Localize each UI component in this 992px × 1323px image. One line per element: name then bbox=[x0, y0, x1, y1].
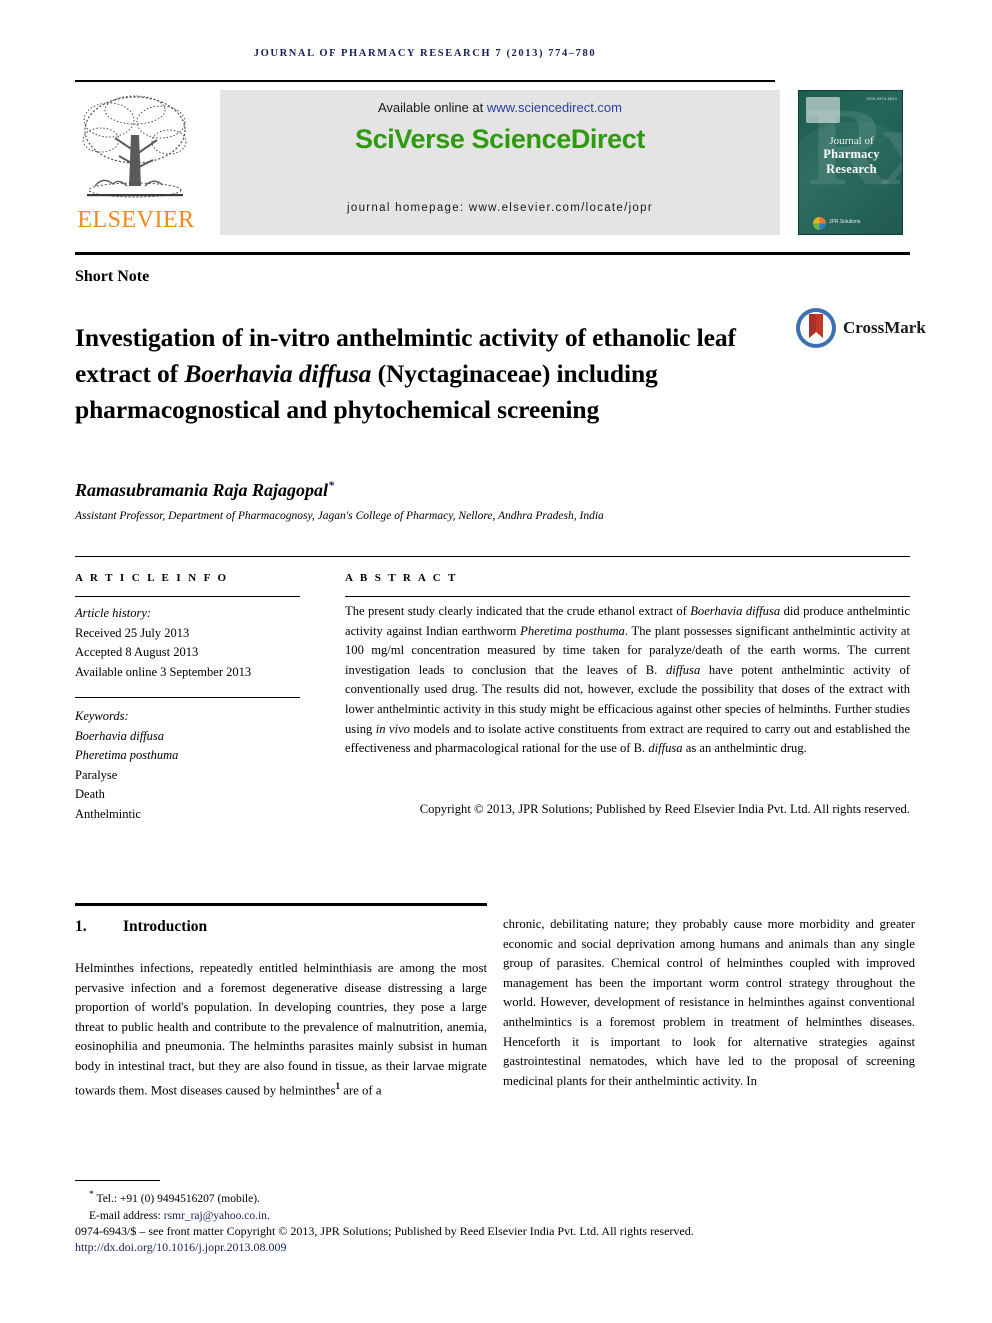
abstract-species-1: Boerhavia diffusa bbox=[690, 604, 781, 618]
author-label: Ramasubramania Raja Rajagopal bbox=[75, 480, 329, 500]
abstract-species-2: Pheretima posthuma bbox=[520, 623, 625, 638]
keyword-item: Anthelmintic bbox=[75, 806, 141, 821]
author-affiliation: Assistant Professor, Department of Pharm… bbox=[75, 510, 604, 522]
abstract-text: The present study clearly indicated that… bbox=[345, 602, 910, 759]
keywords-label: Keywords: bbox=[75, 709, 129, 723]
abstract-seg-6: as an anthelmintic drug. bbox=[682, 741, 807, 756]
history-received: Received 25 July 2013 bbox=[75, 625, 190, 640]
footnote-rule bbox=[75, 1180, 160, 1181]
crossmark-icon bbox=[796, 308, 836, 348]
cover-elsevier-logo bbox=[806, 97, 840, 123]
article-page: Journal of Pharmacy Research 7 (2013) 77… bbox=[0, 0, 992, 1323]
article-type-kicker: Short Note bbox=[75, 268, 150, 285]
author-correspondence-marker: * bbox=[328, 478, 335, 492]
abstract-invivo: in vivo bbox=[375, 721, 410, 736]
running-head: Journal of Pharmacy Research 7 (2013) 77… bbox=[253, 48, 597, 59]
sciencedirect-link[interactable]: www.sciencedirect.com bbox=[487, 100, 622, 115]
abstract-copyright: Copyright © 2013, JPR Solutions; Publish… bbox=[419, 802, 910, 816]
jpr-solutions-icon bbox=[813, 217, 826, 230]
keywords-block: Keywords: Boerhavia diffusa Pheretima po… bbox=[75, 707, 300, 824]
corresponding-tel: * Tel.: +91 (0) 9494516207 (mobile). bbox=[75, 1186, 915, 1208]
masthead: ELSEVIER Available online at www.science… bbox=[75, 88, 903, 238]
journal-homepage-line[interactable]: journal homepage: www.elsevier.com/locat… bbox=[220, 202, 780, 214]
footnote-block: * Tel.: +91 (0) 9494516207 (mobile). E-m… bbox=[75, 1186, 915, 1225]
abstract-seg-5: models and to isolate active constituent… bbox=[345, 721, 911, 756]
intro-left-tail: are of a bbox=[340, 1082, 382, 1097]
front-matter-line: 0974-6943/$ – see front matter Copyright… bbox=[75, 1224, 694, 1238]
footnote-marker: * bbox=[89, 1189, 94, 1200]
cover-issn: ISSN 0974-6943 bbox=[866, 97, 897, 101]
elsevier-wordmark: ELSEVIER bbox=[77, 207, 195, 233]
abstract-heading: A B S T R A C T bbox=[345, 572, 458, 584]
cover-title-line2: Pharmacy Research bbox=[823, 147, 880, 176]
keyword-item: Boerhavia diffusa bbox=[75, 728, 165, 743]
keyword-item: Paralyse bbox=[75, 767, 118, 782]
cover-title-line1: Journal of bbox=[829, 135, 874, 147]
info-top-rule bbox=[75, 556, 910, 557]
running-head-rule bbox=[75, 80, 775, 82]
email-label: E-mail address: bbox=[89, 1209, 164, 1222]
available-online-prefix: Available online at bbox=[377, 100, 487, 115]
introduction-rule bbox=[75, 903, 487, 906]
article-history-block: Article history: Received 25 July 2013 A… bbox=[75, 604, 300, 682]
elsevier-tree-logo bbox=[82, 95, 187, 198]
keyword-item: Death bbox=[75, 787, 105, 801]
doi-link[interactable]: http://dx.doi.org/10.1016/j.jopr.2013.08… bbox=[75, 1240, 286, 1255]
email-link[interactable]: rsmr_raj@yahoo.co.in bbox=[164, 1210, 267, 1222]
introduction-left-column: Helminthes infections, repeatedly entitl… bbox=[75, 959, 487, 1100]
keyword-item: Pheretima posthuma bbox=[75, 748, 179, 762]
section-title: Introduction bbox=[123, 918, 208, 935]
title-species-name: Boerhavia diffusa bbox=[184, 359, 372, 389]
article-info-rule bbox=[75, 596, 300, 597]
sciverse-sciencedirect-logo: SciVerse ScienceDirect bbox=[355, 124, 645, 154]
abstract-species-3: diffusa bbox=[665, 662, 701, 677]
sciencedirect-banner: Available online at www.sciencedirect.co… bbox=[220, 90, 780, 235]
abstract-seg-1: The present study clearly indicated that… bbox=[345, 604, 691, 618]
author-name: Ramasubramania Raja Rajagopal* bbox=[75, 478, 334, 501]
introduction-right-column: chronic, debilitating nature; they proba… bbox=[503, 917, 915, 1088]
abstract-species-4: diffusa bbox=[648, 741, 683, 756]
crossmark-badge[interactable]: CrossMark bbox=[795, 307, 926, 352]
abstract-rule bbox=[345, 596, 910, 597]
article-info-heading: A R T I C L E I N F O bbox=[75, 572, 229, 584]
page-title: Investigation of in-vitro anthelmintic a… bbox=[75, 320, 750, 428]
history-accepted: Accepted 8 August 2013 bbox=[75, 645, 199, 659]
crossmark-label: CrossMark bbox=[843, 318, 926, 337]
cover-publisher-mark: JPR Solutions bbox=[813, 217, 860, 230]
section-number: 1. bbox=[75, 918, 87, 935]
journal-cover-thumbnail: Rx ISSN 0974-6943 Journal of Pharmacy Re… bbox=[798, 90, 903, 235]
title-top-rule bbox=[75, 252, 910, 255]
keywords-rule bbox=[75, 697, 300, 698]
intro-left-text: Helminthes infections, repeatedly entitl… bbox=[75, 961, 487, 1097]
available-online-line: Available online at www.sciencedirect.co… bbox=[220, 100, 780, 115]
elsevier-logo-block: ELSEVIER bbox=[75, 88, 197, 238]
email-tail: . bbox=[266, 1209, 270, 1222]
article-history-label: Article history: bbox=[75, 606, 152, 620]
tel-text: Tel.: +91 (0) 9494516207 (mobile). bbox=[96, 1192, 260, 1205]
history-available-online: Available online 3 September 2013 bbox=[75, 664, 252, 679]
introduction-heading: 1. Introduction bbox=[75, 918, 207, 936]
